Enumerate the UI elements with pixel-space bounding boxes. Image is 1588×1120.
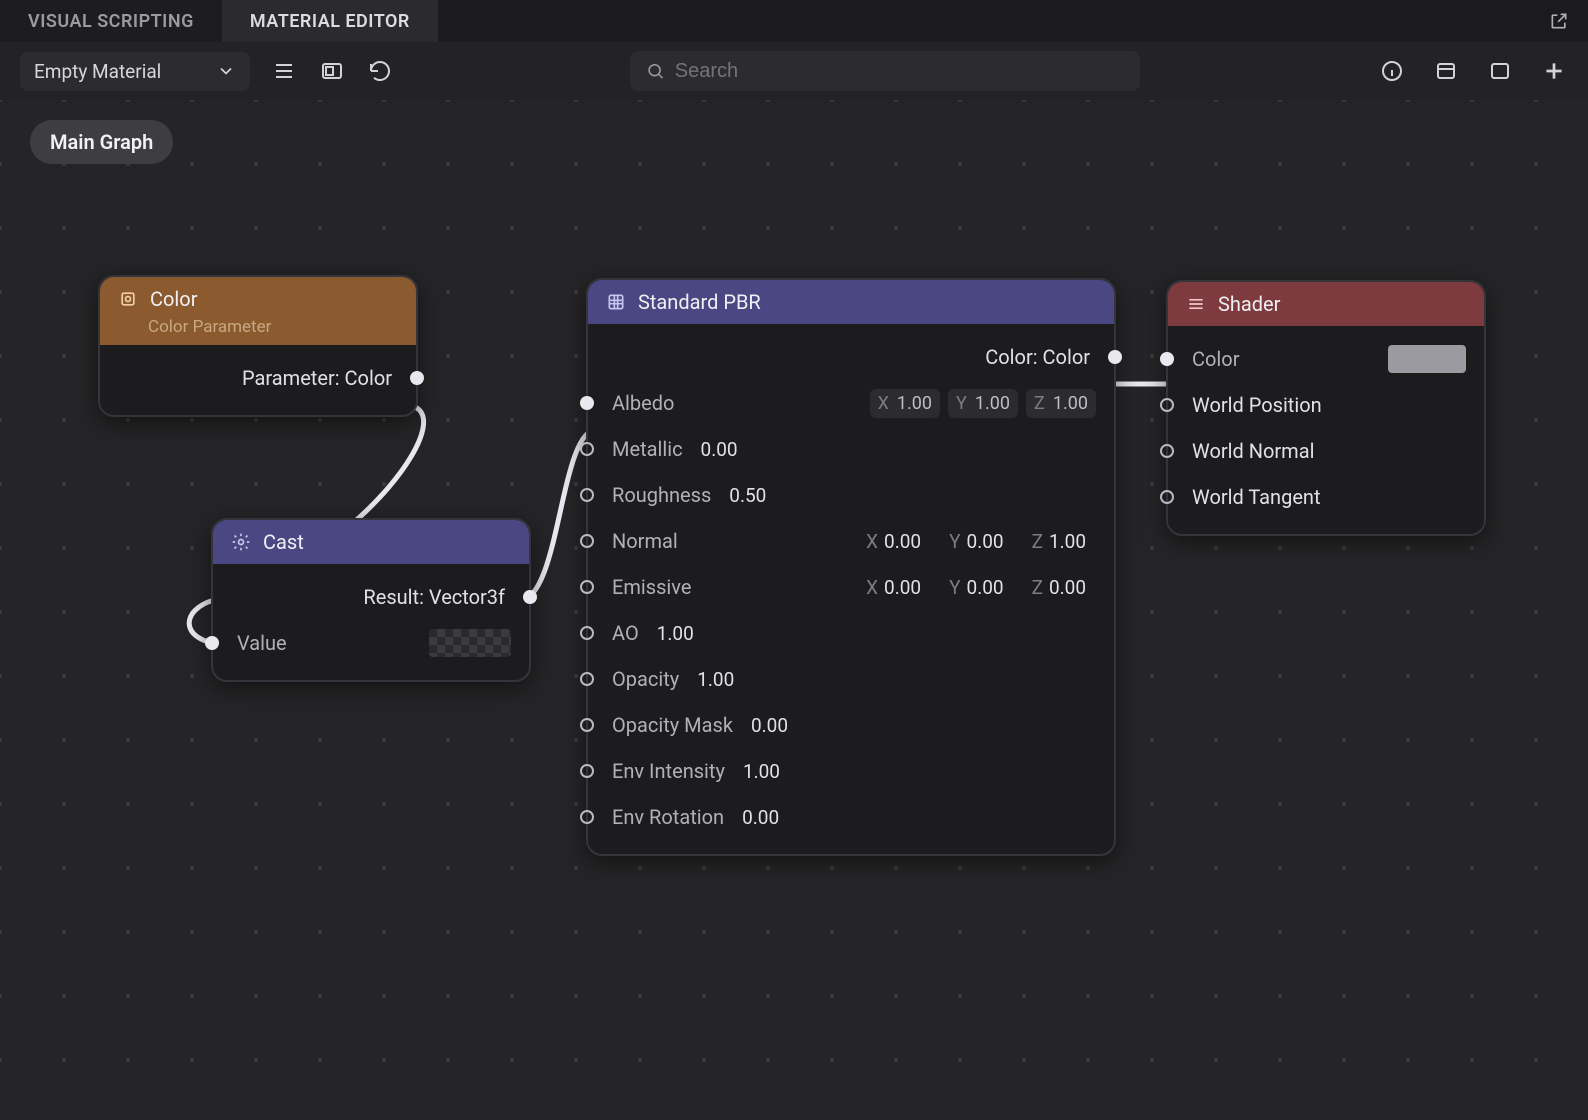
input-port-albedo[interactable] — [580, 396, 594, 410]
input-port-ao[interactable] — [580, 626, 594, 640]
emissive-x[interactable]: X0.00 — [856, 576, 931, 599]
editor-tabbar: VISUAL SCRIPTING MATERIAL EDITOR — [0, 0, 1588, 42]
env-rotation-value[interactable]: 0.00 — [732, 806, 789, 829]
env-intensity-value[interactable]: 1.00 — [733, 760, 790, 783]
menu-icon[interactable] — [270, 57, 298, 85]
chevron-down-icon — [216, 61, 236, 81]
graph-canvas[interactable]: Main Graph Color Color Parameter Paramet… — [0, 100, 1588, 1120]
color-swatch[interactable] — [1388, 345, 1466, 373]
output-port[interactable] — [523, 590, 537, 604]
popout-icon[interactable] — [1548, 10, 1570, 32]
input-label: Albedo — [612, 391, 674, 415]
normal-x[interactable]: X0.00 — [856, 530, 931, 553]
albedo-z[interactable]: Z1.00 — [1026, 389, 1096, 418]
output-label: Color: Color — [985, 345, 1090, 369]
input-port-env-rotation[interactable] — [580, 810, 594, 824]
ao-value[interactable]: 1.00 — [647, 622, 704, 645]
input-port-emissive[interactable] — [580, 580, 594, 594]
output-port[interactable] — [1108, 350, 1122, 364]
node-title: Cast — [263, 530, 304, 554]
input-label: Roughness — [612, 483, 711, 507]
node-shader[interactable]: Shader Color World Position World Normal… — [1166, 280, 1486, 536]
info-icon[interactable] — [1378, 57, 1406, 85]
node-cast[interactable]: Cast Result: Vector3f Value — [211, 518, 531, 682]
node-title: Standard PBR — [638, 290, 761, 314]
input-port-world-tangent[interactable] — [1160, 490, 1174, 504]
material-select-dropdown[interactable]: Empty Material — [20, 52, 250, 91]
normal-y[interactable]: Y0.00 — [939, 530, 1013, 553]
material-name: Empty Material — [34, 60, 161, 83]
metallic-value[interactable]: 0.00 — [691, 438, 748, 461]
node-standard-pbr[interactable]: Standard PBR Color: Color Albedo X1.00 Y… — [586, 278, 1116, 856]
input-port-metallic[interactable] — [580, 442, 594, 456]
input-label: Opacity — [612, 667, 679, 691]
input-port-opacity-mask[interactable] — [580, 718, 594, 732]
input-label: Opacity Mask — [612, 713, 733, 737]
opacity-mask-value[interactable]: 0.00 — [741, 714, 798, 737]
search-input[interactable] — [675, 60, 1124, 83]
editor-toolbar: Empty Material — [0, 42, 1588, 100]
graph-breadcrumb[interactable]: Main Graph — [30, 120, 173, 164]
output-label: Result: Vector3f — [363, 585, 505, 609]
albedo-x[interactable]: X1.00 — [870, 389, 940, 418]
grid-icon — [606, 292, 626, 312]
layout-icon[interactable] — [318, 57, 346, 85]
input-label: Metallic — [612, 437, 683, 461]
input-label: Value — [237, 631, 287, 655]
tab-material-editor[interactable]: MATERIAL EDITOR — [222, 0, 438, 42]
input-label: Color — [1192, 347, 1239, 371]
input-port-roughness[interactable] — [580, 488, 594, 502]
input-label: AO — [612, 621, 639, 645]
panel-icon[interactable] — [1432, 57, 1460, 85]
input-label: World Tangent — [1192, 485, 1321, 509]
window-icon[interactable] — [1486, 57, 1514, 85]
input-port-normal[interactable] — [580, 534, 594, 548]
tab-label: MATERIAL EDITOR — [250, 11, 410, 32]
output-label: Parameter: Color — [242, 366, 392, 390]
albedo-y[interactable]: Y1.00 — [948, 389, 1018, 418]
gear-icon — [231, 532, 251, 552]
tab-label: VISUAL SCRIPTING — [28, 11, 194, 32]
input-port-color[interactable] — [1160, 352, 1174, 366]
output-port[interactable] — [410, 371, 424, 385]
emissive-y[interactable]: Y0.00 — [939, 576, 1013, 599]
refresh-icon[interactable] — [366, 57, 394, 85]
add-icon[interactable] — [1540, 57, 1568, 85]
node-title: Color — [150, 287, 197, 311]
input-label: World Position — [1192, 393, 1322, 417]
color-node-icon — [118, 289, 138, 309]
search-icon — [646, 61, 665, 81]
input-label: Normal — [612, 529, 678, 553]
emissive-z[interactable]: Z0.00 — [1022, 576, 1096, 599]
input-label: Env Intensity — [612, 759, 725, 783]
node-header[interactable]: Shader — [1168, 282, 1484, 326]
input-port-opacity[interactable] — [580, 672, 594, 686]
node-subtitle: Color Parameter — [100, 315, 416, 345]
value-swatch[interactable] — [429, 629, 511, 657]
input-port-world-normal[interactable] — [1160, 444, 1174, 458]
node-title: Shader — [1218, 292, 1280, 316]
input-label: World Normal — [1192, 439, 1314, 463]
input-port-world-position[interactable] — [1160, 398, 1174, 412]
search-box[interactable] — [630, 51, 1140, 91]
node-header[interactable]: Standard PBR — [588, 280, 1114, 324]
node-color[interactable]: Color Color Parameter Parameter: Color — [98, 275, 418, 417]
input-label: Emissive — [612, 575, 691, 599]
graph-name: Main Graph — [50, 130, 153, 154]
input-port[interactable] — [205, 636, 219, 650]
node-header[interactable]: Cast — [213, 520, 529, 564]
tab-visual-scripting[interactable]: VISUAL SCRIPTING — [0, 0, 222, 42]
normal-z[interactable]: Z1.00 — [1022, 530, 1096, 553]
stack-icon — [1186, 294, 1206, 314]
roughness-value[interactable]: 0.50 — [719, 484, 776, 507]
input-label: Env Rotation — [612, 805, 724, 829]
input-port-env-intensity[interactable] — [580, 764, 594, 778]
opacity-value[interactable]: 1.00 — [687, 668, 744, 691]
